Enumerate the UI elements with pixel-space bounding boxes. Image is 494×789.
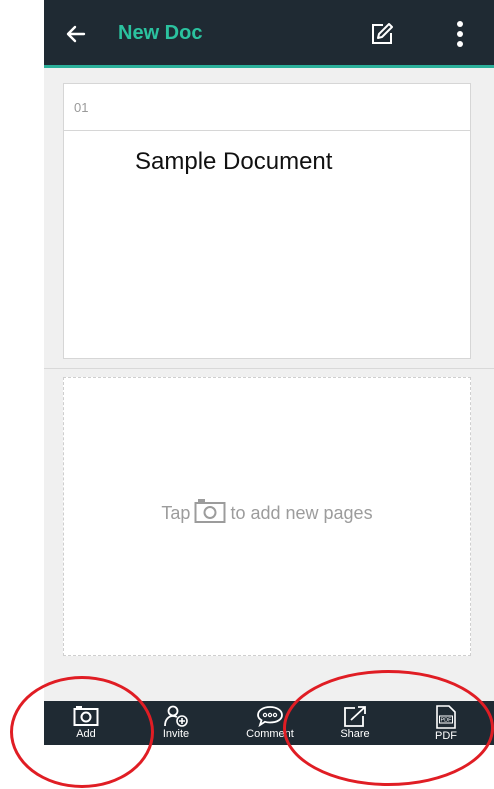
share-label: Share: [340, 728, 370, 740]
page-title: New Doc: [118, 22, 203, 44]
invite-user-icon: [164, 705, 188, 727]
invite-label: Invite: [162, 728, 190, 740]
edit-icon[interactable]: [368, 20, 396, 48]
add-page-zone[interactable]: Tap to add new pages: [63, 377, 471, 656]
share-icon: [344, 706, 366, 727]
comment-button[interactable]: Comment: [230, 701, 310, 745]
back-arrow-icon[interactable]: [64, 22, 88, 46]
document-page-card[interactable]: 01 Sample Document: [63, 83, 471, 359]
pdf-button[interactable]: PDF PDF: [406, 701, 486, 745]
document-title: Sample Document: [135, 148, 333, 175]
app-bar: New Doc: [44, 0, 494, 68]
page-number-row: 01: [64, 84, 470, 131]
camera-icon: [194, 499, 226, 523]
add-page-hint: Tap to add new pages: [64, 498, 470, 524]
phone-screen: New Doc 01 Sample Document Tap to add ne…: [44, 0, 494, 745]
bottom-toolbar: Add Invite Comment Share PDF PDF: [44, 701, 494, 745]
pdf-label: PDF: [435, 730, 457, 742]
comment-label: Comment: [246, 728, 294, 740]
divider: [44, 368, 494, 369]
add-label: Add: [76, 728, 96, 740]
share-button[interactable]: Share: [315, 701, 395, 745]
invite-button[interactable]: Invite: [136, 701, 216, 745]
hint-text-after: to add new pages: [230, 503, 373, 523]
comment-icon: [257, 706, 283, 727]
add-button[interactable]: Add: [46, 701, 126, 745]
pdf-icon-text: PDF: [441, 718, 453, 724]
more-vertical-icon[interactable]: [446, 18, 474, 50]
camera-icon: [73, 706, 99, 726]
hint-text-before: Tap: [161, 503, 191, 523]
pdf-icon: PDF: [436, 705, 456, 729]
page-number: 01: [74, 100, 89, 115]
